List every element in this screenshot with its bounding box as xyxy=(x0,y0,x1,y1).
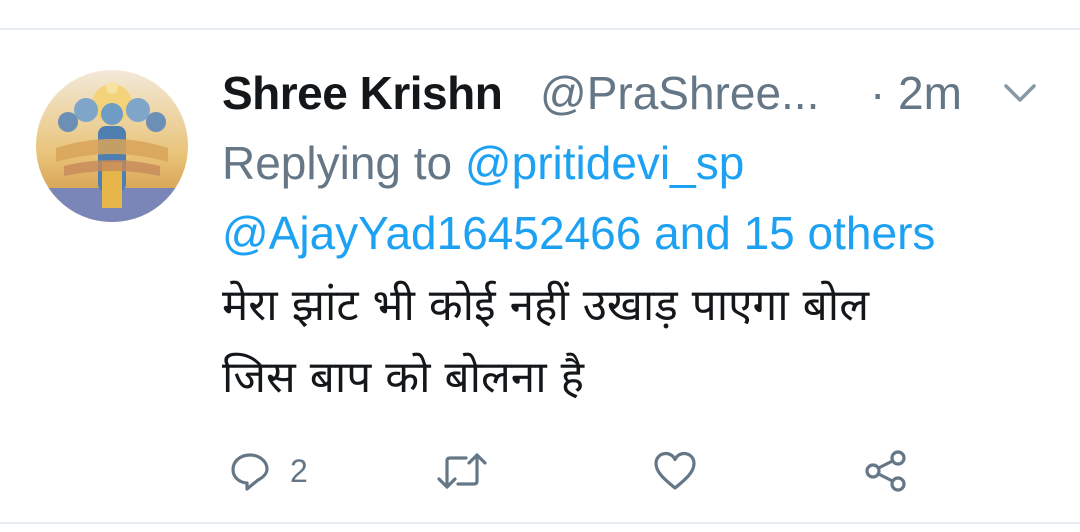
top-divider xyxy=(0,28,1080,30)
like-icon xyxy=(652,449,698,493)
tweet-text-line: जिस बाप को बोलना है xyxy=(222,352,584,403)
replying-to-label: Replying to xyxy=(222,137,453,189)
bottom-divider xyxy=(0,522,1080,524)
reply-button[interactable]: 2 xyxy=(228,444,308,498)
replying-to: Replying to @pritidevi_sp @AjayYad164524… xyxy=(222,128,1052,268)
share-button[interactable] xyxy=(862,444,910,498)
others-link[interactable]: and 15 others xyxy=(654,207,935,259)
tweet-body: Shree Krishn @PraShree... · 2m Replying … xyxy=(222,62,1052,414)
avatar[interactable] xyxy=(36,70,188,222)
retweet-icon xyxy=(436,449,488,493)
avatar-image xyxy=(36,70,188,222)
tweet-actions: 2 xyxy=(222,444,1002,498)
reply-count: 2 xyxy=(290,452,308,489)
retweet-button[interactable] xyxy=(436,444,488,498)
tweet-header: Shree Krishn @PraShree... · 2m xyxy=(222,62,1052,122)
display-name[interactable]: Shree Krishn xyxy=(222,66,503,120)
separator-dot: · xyxy=(870,67,886,119)
mention-link[interactable]: @pritidevi_sp xyxy=(465,137,744,189)
tweet-timestamp[interactable]: 2m xyxy=(898,66,962,120)
share-icon xyxy=(862,447,910,495)
mention-link[interactable]: @AjayYad16452466 xyxy=(222,207,641,259)
tweet-text: मेरा झांट भी कोई नहीं उखाड़ पाएगा बोल जि… xyxy=(222,270,1022,414)
like-button[interactable] xyxy=(652,444,698,498)
chevron-down-icon[interactable] xyxy=(1000,80,1040,108)
user-handle[interactable]: @PraShree... xyxy=(540,66,819,120)
reply-icon xyxy=(228,449,272,493)
tweet-text-line: मेरा झांट भी कोई नहीं उखाड़ पाएगा बोल xyxy=(222,280,870,331)
